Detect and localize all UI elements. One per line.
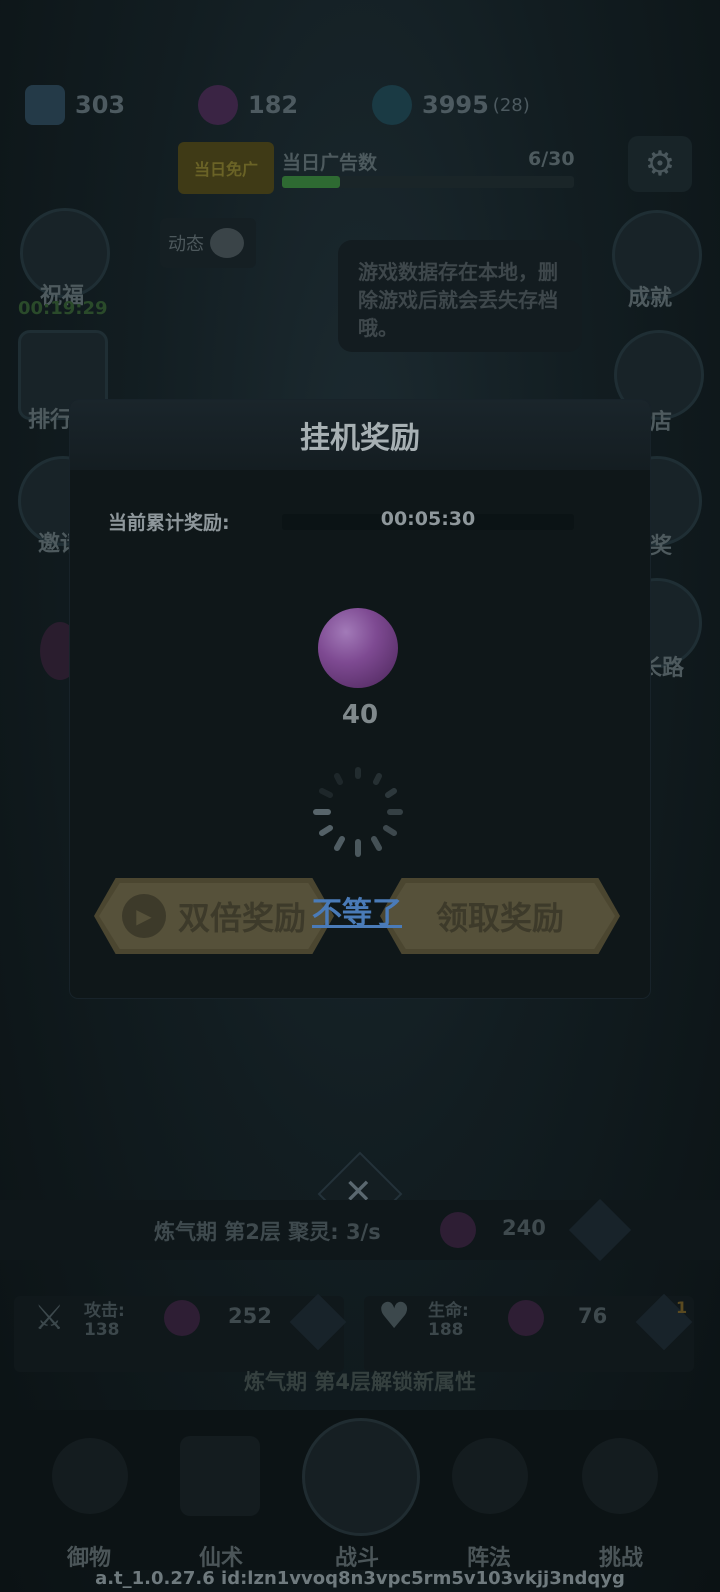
ad-count-value: 6/30 [528, 148, 575, 170]
energy-extra: (28) [492, 94, 530, 116]
reward-amount: 40 [341, 700, 379, 730]
double-reward-button[interactable]: ▶ 双倍奖励 [94, 878, 334, 954]
nav-item-challenge[interactable] [582, 1438, 658, 1514]
crystal-count: 303 [75, 91, 126, 119]
ad-progress-fill [282, 176, 341, 188]
attack-value: 138 [84, 1320, 120, 1340]
life-badge: 1 [676, 1298, 688, 1317]
life-cost: 76 [578, 1304, 608, 1328]
sword-icon: ⚔ [34, 1298, 65, 1338]
nav-item-weapon[interactable] [52, 1438, 128, 1514]
crystal-icon [25, 85, 65, 125]
version-footer: a.t_1.0.27.6 id:lzn1vvoq8n3vpc5rm5v103vk… [95, 1568, 625, 1589]
unlock-text: 炼气期 第4层解锁新属性 [244, 1370, 476, 1394]
energy-resource: 3995 (28) [372, 85, 530, 125]
dialog-title: 挂机奖励 [300, 421, 420, 456]
skip-wait-link[interactable]: 不等了 [312, 888, 402, 932]
rank-label: 排行 [28, 408, 73, 433]
accum-time: 00:05:30 [380, 508, 476, 530]
orb-icon [198, 85, 238, 125]
attack-label: 攻击: [84, 1301, 125, 1321]
news-label: 动态 [168, 234, 204, 255]
life-orb-icon [508, 1300, 544, 1336]
nav-item-battle[interactable] [302, 1418, 420, 1536]
attack-orb-icon [164, 1300, 200, 1336]
loading-spinner-icon [313, 767, 403, 857]
blessing-timer: 00:19:29 [18, 298, 108, 319]
news-button[interactable]: 动态 [160, 218, 256, 268]
dialog-header: 挂机奖励 [70, 400, 650, 470]
achievement-label: 成就 [628, 286, 673, 311]
ad-count-label: 当日广告数 [282, 152, 378, 174]
life-value: 188 [428, 1320, 464, 1340]
play-video-icon: ▶ [121, 894, 166, 938]
nav-item-spell[interactable] [180, 1436, 260, 1516]
claim-reward-label: 领取奖励 [435, 899, 564, 937]
crystal-resource: 303 [25, 85, 125, 125]
ad-free-badge[interactable]: 当日免广 [178, 142, 274, 194]
heart-icon: ♥ [378, 1296, 411, 1337]
gear-icon: ⚙ [644, 144, 676, 184]
energy-icon [372, 85, 412, 125]
orb-resource: 182 [198, 85, 298, 125]
accum-reward-label: 当前累计奖励: [108, 512, 230, 534]
level-orb-icon [440, 1212, 476, 1248]
level-text: 炼气期 第2层 聚灵: 3/s [154, 1220, 381, 1244]
attack-cost: 252 [228, 1304, 272, 1328]
life-label: 生命: [428, 1301, 469, 1321]
settings-button[interactable]: ⚙ [628, 136, 692, 192]
double-reward-label: 双倍奖励 [177, 899, 306, 937]
level-cost: 240 [502, 1216, 546, 1240]
nav-item-formation[interactable] [452, 1438, 528, 1514]
claim-reward-button[interactable]: 领取奖励 [380, 878, 620, 954]
tip-bubble: 游戏数据存在本地，删除游戏后就会丢失存档哦。 [338, 240, 582, 352]
ad-free-badge-text: 当日免广 [193, 160, 258, 179]
chat-icon [210, 228, 244, 258]
orb-count: 182 [248, 91, 299, 119]
ad-progress-bar [282, 176, 574, 188]
energy-count: 3995 [422, 91, 489, 119]
spirit-orb-icon [318, 608, 398, 688]
tip-text: 游戏数据存在本地，删除游戏后就会丢失存档哦。 [358, 260, 558, 340]
